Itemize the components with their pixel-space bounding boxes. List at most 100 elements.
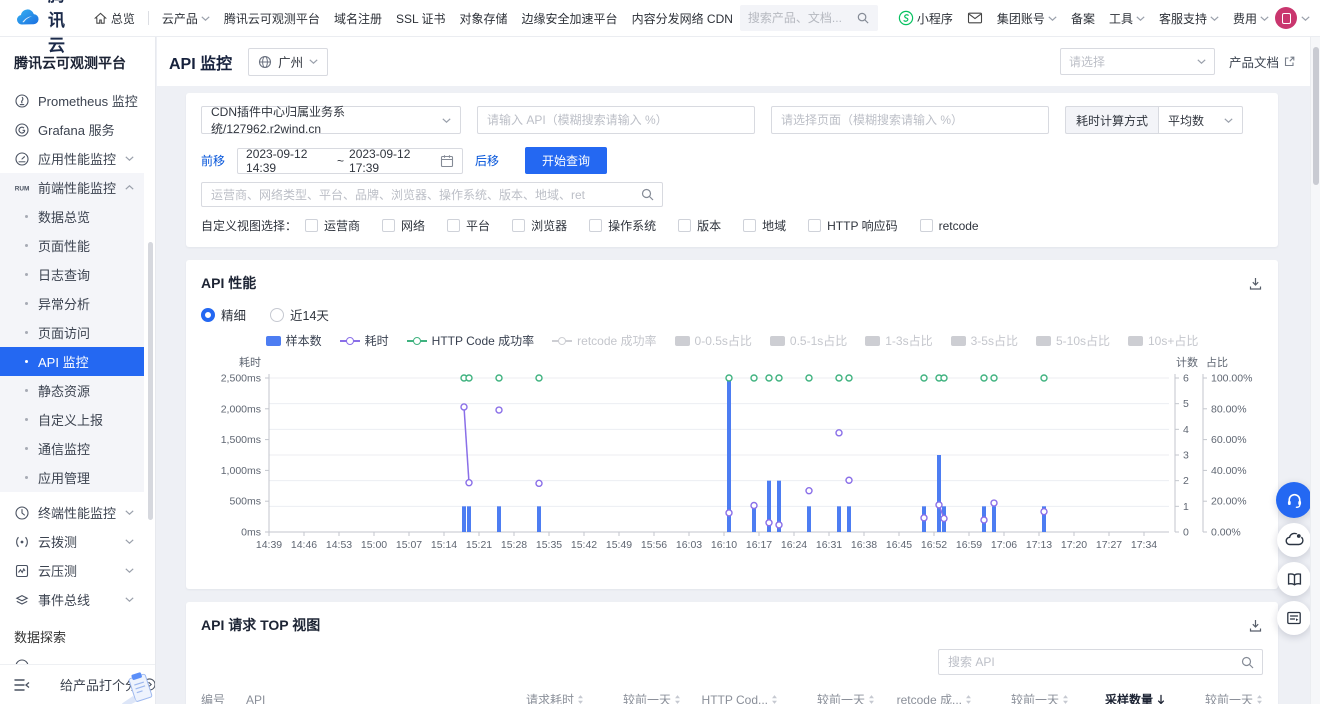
checkbox[interactable] [678,219,691,232]
page-input[interactable] [771,106,1049,134]
sidebar-item-grafana[interactable]: Grafana 服务 [0,115,144,144]
column-header[interactable]: 较前一天 [972,691,1069,704]
checkbox[interactable] [382,219,395,232]
radio-fine[interactable]: 精细 [201,305,246,324]
legend-item[interactable]: 1-3s占比 [865,332,932,349]
sidebar-item-eventbridge[interactable]: 事件总线 [0,585,144,614]
column-header[interactable]: 采样数量 [1069,691,1166,704]
top-nav-item-overview[interactable]: 总览 [93,10,135,27]
checkbox[interactable] [743,219,756,232]
account-menu[interactable] [1275,7,1310,29]
top-right-item-billing[interactable]: 费用 [1233,10,1269,27]
sort-icon[interactable] [674,694,681,704]
view-checkbox-0[interactable]: 运营商 [305,217,360,234]
sort-icon[interactable] [868,694,875,704]
sidebar-item-api-monitor[interactable]: API 监控 [0,347,144,376]
shift-later-link[interactable]: 后移 [475,152,499,169]
sort-icon[interactable] [577,694,584,704]
legend-item[interactable]: 0-0.5s占比 [675,332,752,349]
top-right-item-icp[interactable]: 备案 [1071,10,1095,27]
view-checkbox-1[interactable]: 网络 [382,217,425,234]
product-doc-link[interactable]: 产品文档 [1229,52,1296,71]
sidebar-item-exception-analysis[interactable]: 异常分析 [0,289,144,318]
support-button[interactable] [1276,482,1312,518]
column-header[interactable]: 请求耗时 [487,691,584,704]
column-header[interactable]: HTTP Cod... [681,693,778,704]
api-search-input[interactable] [938,649,1263,675]
query-button[interactable]: 开始查询 [525,147,607,174]
sidebar-item-apm[interactable]: 应用性能监控 [0,144,144,173]
top-search[interactable] [740,5,878,31]
top-right-item-tools[interactable]: 工具 [1109,10,1145,27]
api-input[interactable] [477,106,755,134]
column-header[interactable]: 较前一天 [584,691,681,704]
sidebar-item-comm-monitor[interactable]: 通信监控 [0,434,144,463]
page-scrollbar[interactable] [1310,37,1320,704]
top-search-input[interactable] [748,11,850,25]
region-select[interactable]: 广州 [248,48,328,76]
survey-button[interactable] [1277,601,1311,635]
legend-item[interactable]: 样本数 [266,332,322,349]
view-checkbox-6[interactable]: 地域 [743,217,786,234]
top-nav-item-cloud-products[interactable]: 云产品 [162,10,210,27]
legend-item[interactable]: 耗时 [340,332,389,349]
sidebar-item-rum[interactable]: RUM前端性能监控 [0,173,144,202]
legend-item[interactable]: 3-5s占比 [951,332,1018,349]
legend-item[interactable]: HTTP Code 成功率 [407,332,534,349]
collapse-sidebar-icon[interactable] [14,678,30,692]
download-icon[interactable] [1248,276,1263,291]
legend-item[interactable]: retcode 成功率 [552,332,656,349]
checkbox[interactable] [447,219,460,232]
top-right-item-org-account[interactable]: 集团账号 [997,10,1057,27]
legend-item[interactable]: 0.5-1s占比 [770,332,847,349]
top-right-item-miniprogram[interactable]: 小程序 [898,10,953,27]
top-nav-item-edge-security[interactable]: 边缘安全加速平台 [522,10,618,27]
column-header[interactable]: retcode 成... [875,691,972,704]
top-nav-item-domain[interactable]: 域名注册 [334,10,382,27]
view-checkbox-8[interactable]: retcode [920,219,979,233]
sidebar-item-data-overview[interactable]: 数据总览 [0,202,144,231]
sidebar-item-page-performance[interactable]: 页面性能 [0,231,144,260]
view-checkbox-2[interactable]: 平台 [447,217,490,234]
checkbox[interactable] [512,219,525,232]
sidebar-item-cloud-probe[interactable]: 云拨测 [0,527,144,556]
view-checkbox-4[interactable]: 操作系统 [589,217,656,234]
brand[interactable]: 腾讯云 [14,0,76,56]
view-checkbox-5[interactable]: 版本 [678,217,721,234]
header-filter-select[interactable]: 请选择 [1060,48,1215,75]
scrollbar-thumb[interactable] [1313,47,1319,185]
radio-button[interactable] [270,308,284,322]
checkbox[interactable] [920,219,933,232]
top-nav-item-observability[interactable]: 腾讯云可观测平台 [224,10,320,27]
sidebar-item-cloud-pts[interactable]: 云压测 [0,556,144,585]
sort-icon[interactable] [965,694,972,704]
sort-desc-icon[interactable] [1156,694,1166,704]
sort-icon[interactable] [771,694,778,704]
checkbox[interactable] [589,219,602,232]
dimension-search-input[interactable] [201,182,663,207]
download-icon[interactable] [1248,618,1263,633]
top-nav-item-ssl[interactable]: SSL 证书 [396,10,446,27]
radio-last-14d[interactable]: 近14天 [270,305,329,324]
view-checkbox-3[interactable]: 浏览器 [512,217,567,234]
sort-icon[interactable] [1256,694,1263,704]
column-header[interactable]: 较前一天 [1166,691,1263,704]
avatar[interactable] [1275,7,1297,29]
sort-icon[interactable] [1062,694,1069,704]
calc-method-select[interactable]: 耗时计算方式 平均数 [1065,106,1243,134]
sidebar-item-terminal-perf[interactable]: 终端性能监控 [0,498,144,527]
legend-item[interactable]: 10s+占比 [1128,332,1198,349]
sidebar-item-static-resource[interactable]: 静态资源 [0,376,144,405]
docs-button[interactable] [1277,562,1311,596]
sidebar-item-page-visit[interactable]: 页面访问 [0,318,144,347]
top-right-item-mail[interactable] [967,10,983,26]
checkbox[interactable] [305,219,318,232]
legend-item[interactable]: 5-10s占比 [1036,332,1110,349]
sidebar-scrollbar[interactable] [148,242,153,520]
notice-button[interactable] [1277,523,1311,557]
checkbox[interactable] [808,219,821,232]
top-nav-item-cos[interactable]: 对象存储 [460,10,508,27]
column-header[interactable]: 较前一天 [778,691,875,704]
radio-button[interactable] [201,308,215,322]
top-right-item-support[interactable]: 客服支持 [1159,10,1219,27]
